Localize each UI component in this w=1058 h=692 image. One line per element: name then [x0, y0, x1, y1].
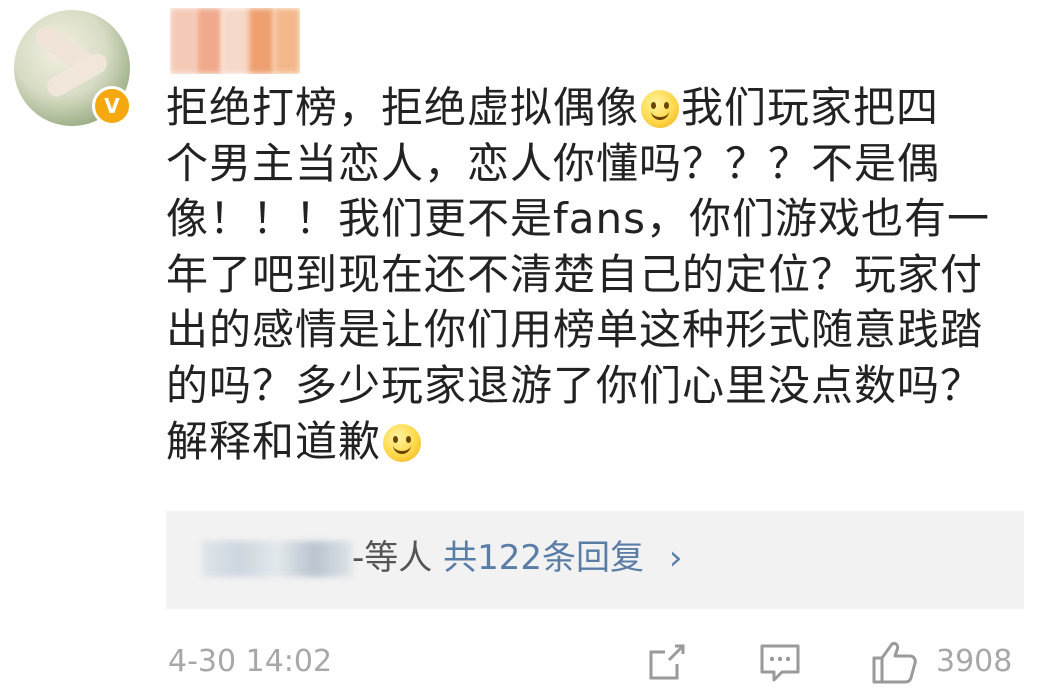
replies-box[interactable]: -等人 共122条回复 ›	[166, 511, 1024, 609]
chevron-right-icon[interactable]: ›	[669, 538, 683, 578]
smile-emoji-icon	[383, 423, 422, 462]
comment-line: 我们玩家把四	[681, 83, 940, 132]
comment-text: 拒绝打榜，拒绝虚拟偶像 我们玩家把四 个男主当恋人，恋人你懂吗？？？不是偶 像！！…	[166, 80, 1036, 469]
like-icon[interactable]	[870, 640, 918, 688]
comment-line: 像！！！我们更不是fans，你们游戏也有一	[166, 194, 991, 244]
comment-icon[interactable]	[758, 640, 802, 688]
replies-summary[interactable]: -等人 共122条回复 ›	[352, 537, 682, 579]
verified-badge-icon: V	[92, 86, 132, 126]
comment-line: 出的感情是让你们用榜单这种形式随意践踏	[166, 305, 984, 355]
username-blurred[interactable]	[170, 8, 300, 74]
like-count: 3908	[936, 644, 1013, 679]
replies-count-link[interactable]: 共122条回复	[443, 538, 644, 578]
reply-users-blurred	[202, 541, 352, 577]
smile-emoji-icon	[641, 90, 680, 128]
replies-suffix: -等人	[352, 538, 433, 578]
comment-line: 个男主当恋人，恋人你懂吗？？？不是偶	[166, 138, 941, 188]
comment-line: 拒绝打榜，拒绝虚拟偶像	[166, 83, 640, 132]
comment-timestamp: 4-30 14:02	[168, 644, 333, 679]
comment-line: 解释和道歉	[166, 416, 382, 466]
share-icon[interactable]	[645, 640, 689, 688]
comment-line: 的吗？多少玩家退游了你们心里没点数吗？	[166, 360, 984, 410]
comment-line: 年了吧到现在还不清楚自己的定位？玩家付	[166, 249, 984, 299]
